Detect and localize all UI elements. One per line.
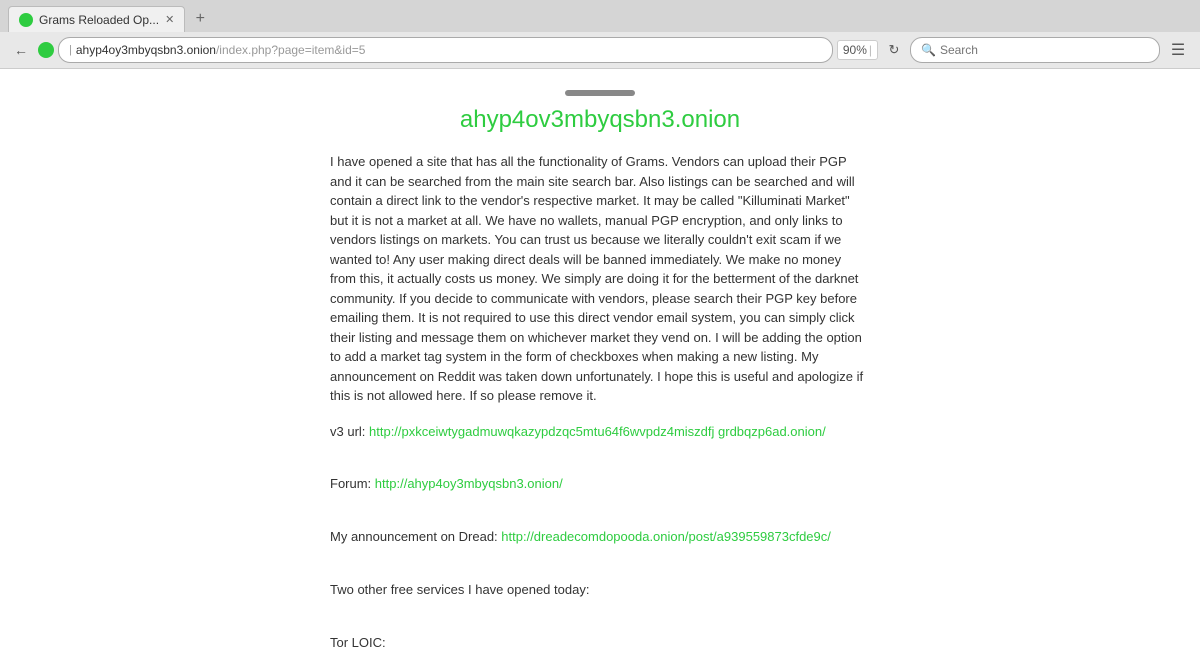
tab-bar: Grams Reloaded Op... ✕ + [0, 0, 1200, 32]
dread-url-link[interactable]: http://dreadecomdopooda.onion/post/a9395… [501, 529, 831, 544]
scrollbar-handle [565, 90, 635, 96]
zoom-divider: | [869, 43, 872, 57]
v3-url-label: v3 url: [330, 424, 369, 439]
menu-button[interactable]: ☰ [1164, 36, 1192, 64]
v3-url-block: v3 url: http://pxkceiwtygadmuwqkazypdzqc… [330, 422, 870, 443]
v3-url-link[interactable]: http://pxkceiwtygadmuwqkazypdzqc5mtu64f6… [369, 424, 826, 439]
back-button[interactable]: ← [8, 37, 34, 63]
browser-tab[interactable]: Grams Reloaded Op... ✕ [8, 6, 185, 32]
page-content: ahyp4ov3mbyqsbn3.onion I have opened a s… [0, 69, 1200, 649]
tab-favicon [19, 13, 33, 27]
zoom-level: 90% [843, 43, 867, 57]
site-title: ahyp4ov3mbyqsbn3.onion [330, 106, 870, 134]
nav-bar: ← | ahyp4oy3mbyqsbn3.onion/index.php?pag… [0, 32, 1200, 68]
new-tab-button[interactable]: + [187, 6, 213, 32]
forum-label: Forum: [330, 476, 375, 491]
content-wrapper: ahyp4ov3mbyqsbn3.onion I have opened a s… [310, 69, 890, 649]
dread-label: My announcement on Dread: [330, 529, 501, 544]
other-services-label: Two other free services I have opened to… [330, 580, 870, 601]
address-url: ahyp4oy3mbyqsbn3.onion/index.php?page=it… [76, 43, 366, 57]
zoom-control[interactable]: 90% | [837, 40, 878, 60]
forum-url-link[interactable]: http://ahyp4oy3mbyqsbn3.onion/ [375, 476, 563, 491]
browser-chrome: Grams Reloaded Op... ✕ + ← | ahyp4oy3mby… [0, 0, 1200, 69]
reload-button[interactable]: ↻ [882, 38, 906, 62]
tab-close-button[interactable]: ✕ [165, 13, 174, 26]
tor-loic-block: Tor LOIC: http://fzg444xngt5tob5p43cdnlu… [330, 633, 870, 649]
dread-block: My announcement on Dread: http://dreadec… [330, 527, 870, 548]
address-bar[interactable]: | ahyp4oy3mbyqsbn3.onion/index.php?page=… [58, 37, 833, 63]
tab-title: Grams Reloaded Op... [39, 13, 159, 27]
browser-search-bar[interactable]: 🔍 [910, 37, 1160, 63]
forum-url-block: Forum: http://ahyp4oy3mbyqsbn3.onion/ [330, 474, 870, 495]
body-paragraph: I have opened a site that has all the fu… [330, 152, 870, 406]
url-base: ahyp4oy3mbyqsbn3.onion [76, 43, 216, 57]
site-favicon [38, 42, 54, 58]
search-icon: 🔍 [921, 43, 936, 57]
search-input[interactable] [940, 43, 1149, 57]
lock-icon: | [69, 44, 72, 56]
tor-loic-label: Tor LOIC: [330, 633, 870, 649]
url-path: /index.php?page=item&id=5 [216, 43, 365, 57]
